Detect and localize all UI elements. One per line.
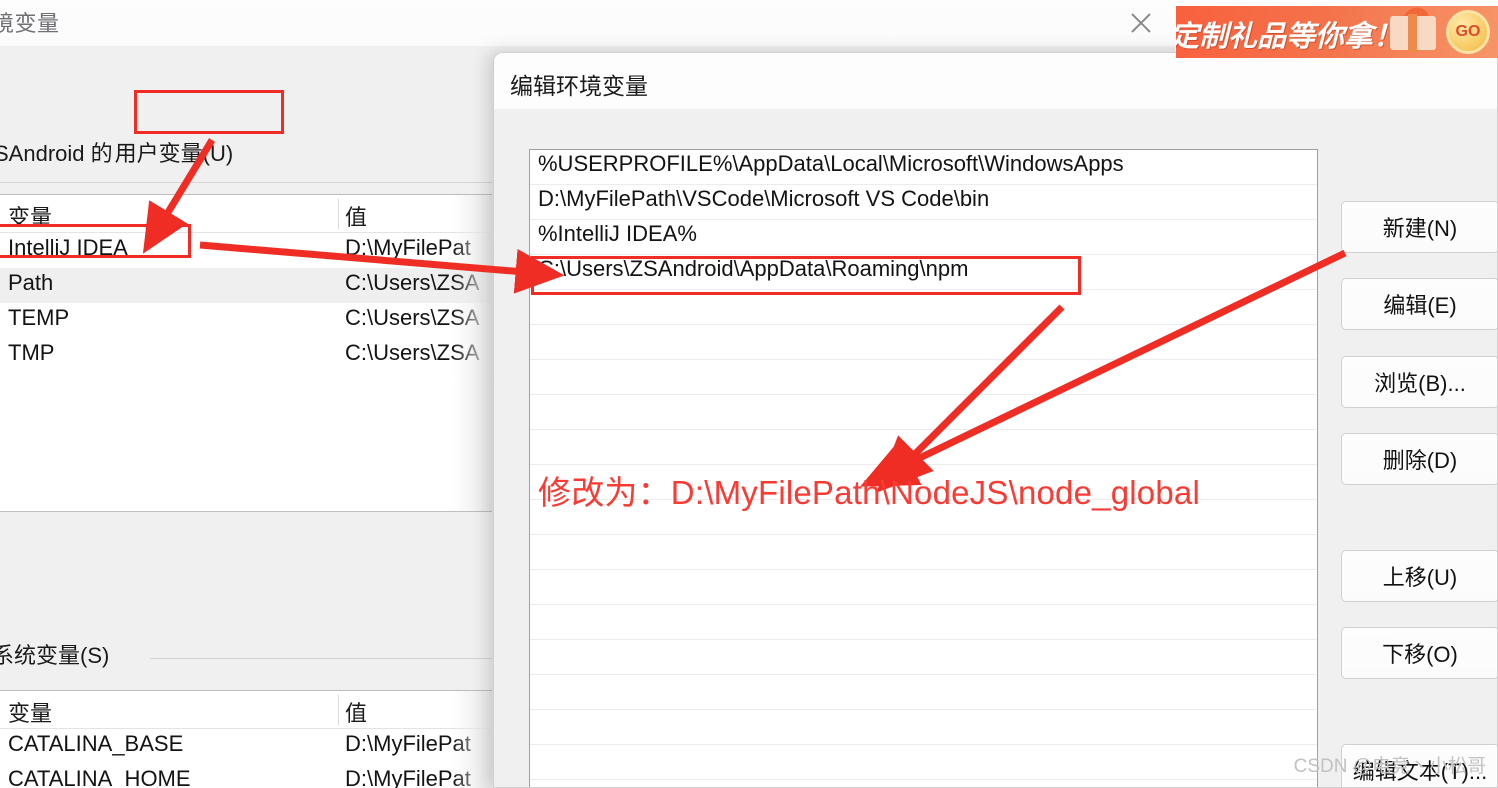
cell-value: C:\Users\ZSA: [345, 270, 480, 295]
list-item-empty[interactable]: [530, 360, 1317, 395]
cell-variable: TMP: [8, 340, 55, 365]
user-table-header: 变量 值: [0, 195, 492, 233]
user-variables-group-label: SAndroid 的用户变量(U): [0, 136, 235, 168]
move-down-button[interactable]: 下移(O): [1341, 627, 1497, 679]
list-item-label: %IntelliJ IDEA%: [538, 221, 697, 246]
banner-go-button[interactable]: GO: [1446, 10, 1490, 54]
list-item-empty[interactable]: [530, 745, 1317, 780]
list-item[interactable]: %IntelliJ IDEA%: [530, 220, 1317, 255]
column-header-variable[interactable]: 变量: [8, 696, 52, 728]
list-item-empty[interactable]: [530, 430, 1317, 465]
column-header-value[interactable]: 值: [345, 696, 367, 728]
column-divider: [338, 695, 339, 725]
table-row[interactable]: TMP C:\Users\ZSA: [0, 338, 492, 373]
dialog-titlebar: 编辑环境变量: [494, 53, 1497, 109]
user-variables-table[interactable]: 变量 值 IntelliJ IDEA D:\MyFilePat Path C:\…: [0, 194, 492, 512]
table-row[interactable]: CATALINA_BASE D:\MyFilePat: [0, 729, 492, 764]
list-item-empty[interactable]: [530, 605, 1317, 640]
cell-value: D:\MyFilePat: [345, 731, 471, 756]
edit-environment-variable-dialog: 编辑环境变量 %USERPROFILE%\AppData\Local\Micro…: [493, 52, 1498, 788]
cell-variable: CATALINA_HOME: [8, 766, 191, 788]
user-variables-label-highlight: 用户变量(U): [114, 141, 234, 166]
window-titlebar: 境变量: [0, 0, 1175, 46]
list-item-empty[interactable]: [530, 290, 1317, 325]
table-row[interactable]: Path C:\Users\ZSA: [0, 268, 492, 303]
system-table-header: 变量 值: [0, 691, 492, 729]
advertisement-banner[interactable]: 定制礼品等你拿！ GO: [1176, 6, 1498, 58]
cell-value: D:\MyFilePat: [345, 766, 471, 788]
list-item-empty[interactable]: [530, 395, 1317, 430]
system-group-divider: [150, 658, 492, 659]
list-item-empty[interactable]: [530, 500, 1317, 535]
list-item-empty[interactable]: [530, 535, 1317, 570]
user-group-divider: [0, 182, 492, 183]
column-divider: [338, 199, 339, 229]
window-title: 境变量: [0, 11, 60, 36]
close-icon[interactable]: [1107, 0, 1175, 46]
cell-value: D:\MyFilePat: [345, 235, 471, 260]
cell-variable: Path: [8, 270, 54, 295]
list-item-label: C:\Users\ZSAndroid\AppData\Roaming\npm: [538, 256, 969, 281]
dialog-title: 编辑环境变量: [510, 73, 648, 99]
list-item-empty[interactable]: [530, 465, 1317, 500]
list-item-empty[interactable]: [530, 325, 1317, 360]
system-variables-group-label: 系统变量(S): [0, 643, 110, 668]
list-item-label: %USERPROFILE%\AppData\Local\Microsoft\Wi…: [538, 151, 1124, 176]
new-button[interactable]: 新建(N): [1341, 201, 1497, 253]
banner-text: 定制礼品等你拿！: [1176, 21, 1403, 53]
column-header-value[interactable]: 值: [345, 200, 367, 232]
list-item-empty[interactable]: [530, 570, 1317, 605]
table-row[interactable]: CATALINA_HOME D:\MyFilePat: [0, 764, 492, 788]
list-item[interactable]: C:\Users\ZSAndroid\AppData\Roaming\npm: [530, 255, 1317, 290]
column-header-variable[interactable]: 变量: [8, 200, 52, 232]
browse-button[interactable]: 浏览(B)...: [1341, 356, 1497, 408]
edit-button[interactable]: 编辑(E): [1341, 278, 1497, 330]
list-item-empty[interactable]: [530, 710, 1317, 745]
table-row[interactable]: IntelliJ IDEA D:\MyFilePat: [0, 233, 492, 268]
cell-value: C:\Users\ZSA: [345, 340, 480, 365]
cell-variable: TEMP: [8, 305, 70, 330]
list-item-empty[interactable]: [530, 640, 1317, 675]
delete-button[interactable]: 删除(D): [1341, 433, 1497, 485]
path-entries-listbox[interactable]: %USERPROFILE%\AppData\Local\Microsoft\Wi…: [529, 149, 1318, 787]
list-item-empty[interactable]: [530, 675, 1317, 710]
list-item[interactable]: %USERPROFILE%\AppData\Local\Microsoft\Wi…: [530, 150, 1317, 185]
list-item[interactable]: D:\MyFilePath\VSCode\Microsoft VS Code\b…: [530, 185, 1317, 220]
move-up-button[interactable]: 上移(U): [1341, 550, 1497, 602]
gift-box-icon: [1390, 14, 1436, 52]
csdn-watermark: CSDN @电竞丶小松哥: [1293, 756, 1486, 777]
cell-variable: CATALINA_BASE: [8, 731, 184, 756]
system-variables-table[interactable]: 变量 值 CATALINA_BASE D:\MyFilePat CATALINA…: [0, 690, 492, 788]
user-variables-owner: SAndroid 的: [0, 141, 113, 166]
cell-variable: IntelliJ IDEA: [8, 235, 128, 260]
table-row[interactable]: TEMP C:\Users\ZSA: [0, 303, 492, 338]
list-item-label: D:\MyFilePath\VSCode\Microsoft VS Code\b…: [538, 186, 990, 211]
cell-value: C:\Users\ZSA: [345, 305, 480, 330]
